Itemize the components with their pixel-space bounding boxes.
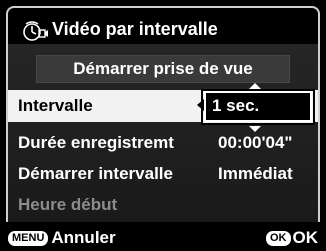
menu-item-label: Intervalle [18,96,93,115]
menu-item-value: Immédiat [218,164,293,183]
ok-button[interactable]: OK OK [266,228,318,248]
menu-item-duree-enregistrement[interactable]: Durée enregistremt 00:00'04" [8,127,318,159]
ok-button-icon: OK [266,231,291,247]
menu-item-demarrer-intervalle[interactable]: Démarrer intervalle Immédiat [8,158,318,190]
cancel-button[interactable]: MENU Annuler [8,228,116,248]
menu-item-label: Heure début [18,195,118,214]
ok-label: OK [292,228,319,247]
interval-value: 1 sec. [212,96,260,115]
page-title: Vidéo par intervalle [52,19,218,39]
arrow-left-icon[interactable] [197,99,204,111]
interval-movie-icon [23,21,48,41]
start-shooting-button[interactable]: Démarrer prise de vue [36,55,290,83]
menu-item-value: 00:00'04" [218,133,293,152]
camera-menu-screen: Vidéo par intervalle Démarrer prise de v… [0,0,326,251]
menu-item-heure-debut: Heure début [8,189,318,221]
arrow-up-icon[interactable] [249,83,261,89]
cancel-label: Annuler [51,228,116,247]
menu-item-label: Démarrer intervalle [18,164,173,183]
footer-bar: MENU Annuler OK OK [0,224,326,251]
title-tab: Vidéo par intervalle [6,6,320,46]
menu-button-icon: MENU [8,231,49,247]
menu-item-label: Durée enregistremt [18,133,174,152]
